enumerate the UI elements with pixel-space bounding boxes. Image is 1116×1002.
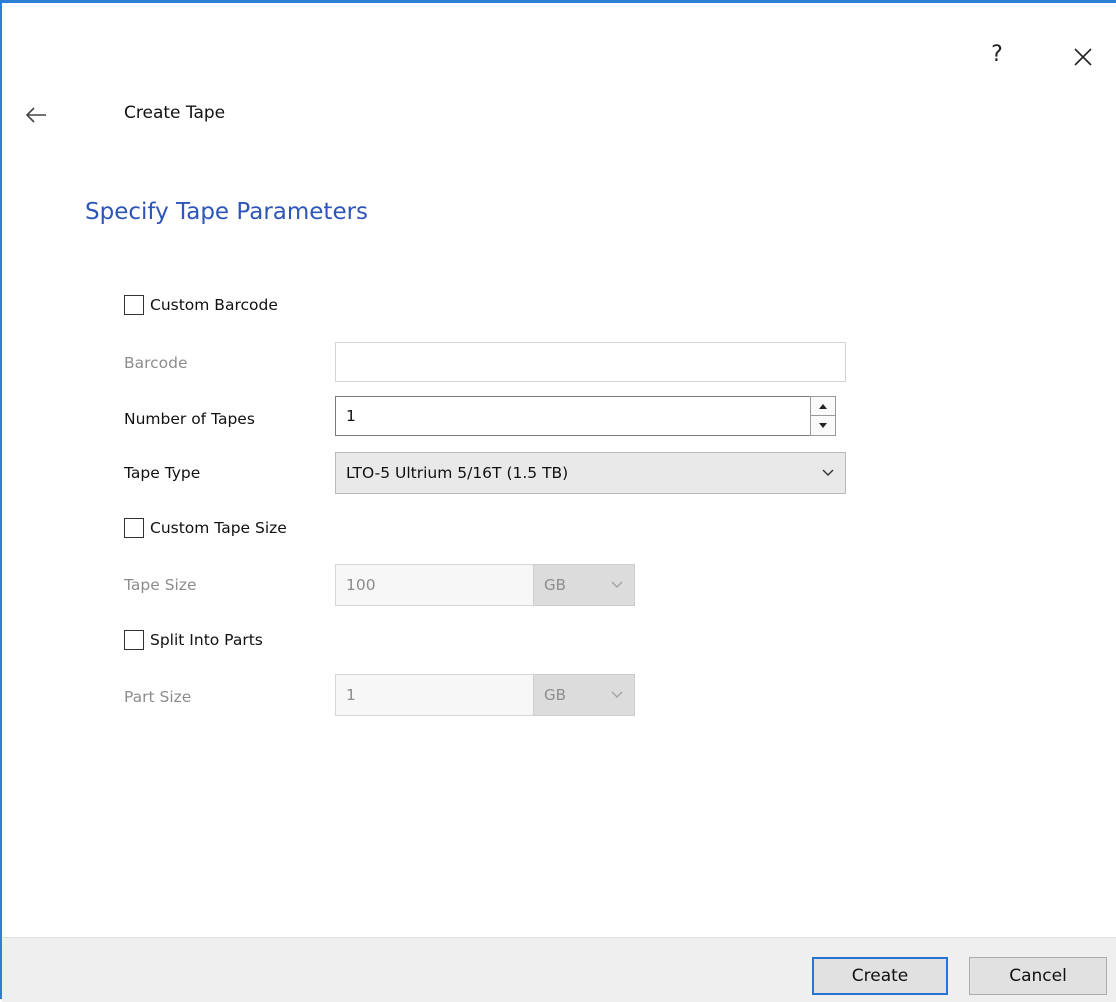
number-of-tapes-input[interactable]: 1 — [335, 396, 811, 436]
part-size-unit-select[interactable]: GB — [533, 674, 635, 716]
page-heading: Specify Tape Parameters — [85, 199, 369, 225]
triangle-down-icon — [819, 423, 827, 428]
part-size-unit: GB — [544, 686, 566, 704]
tape-size-value: 100 — [346, 576, 376, 594]
part-size-input[interactable]: 1 — [335, 674, 534, 716]
close-button[interactable] — [1064, 39, 1100, 73]
custom-barcode-checkbox[interactable]: Custom Barcode — [124, 295, 278, 315]
chevron-down-icon — [822, 469, 834, 476]
tape-size-label: Tape Size — [124, 576, 197, 594]
cancel-button[interactable]: Cancel — [969, 957, 1107, 995]
chevron-down-icon — [611, 581, 623, 588]
split-into-parts-label: Split Into Parts — [150, 631, 263, 649]
help-button[interactable]: ? — [982, 39, 1012, 71]
tape-size-input[interactable]: 100 — [335, 564, 534, 606]
tape-type-select[interactable]: LTO-5 Ultrium 5/16T (1.5 TB) — [335, 452, 846, 494]
custom-tape-size-label: Custom Tape Size — [150, 519, 287, 537]
triangle-up-icon — [819, 403, 827, 409]
dialog-footer: Create Cancel — [2, 937, 1116, 1002]
custom-barcode-checkbox-box[interactable] — [124, 295, 144, 315]
barcode-input[interactable] — [335, 342, 846, 382]
number-of-tapes-spinner[interactable] — [810, 396, 836, 436]
close-icon — [1074, 48, 1092, 66]
split-into-parts-checkbox-box[interactable] — [124, 630, 144, 650]
part-size-label: Part Size — [124, 688, 192, 706]
tape-type-value: LTO-5 Ultrium 5/16T (1.5 TB) — [346, 464, 569, 482]
number-of-tapes-value: 1 — [346, 407, 356, 425]
tape-size-unit: GB — [544, 576, 566, 594]
create-tape-dialog: ? Create Tape Specify Tape Parameters Cu… — [0, 0, 1116, 1002]
split-into-parts-checkbox[interactable]: Split Into Parts — [124, 630, 263, 650]
part-size-value: 1 — [346, 686, 356, 704]
spin-down-button[interactable] — [811, 416, 835, 435]
chevron-down-icon — [611, 691, 623, 698]
create-button[interactable]: Create — [812, 957, 948, 995]
arrow-left-icon — [25, 107, 46, 123]
barcode-label: Barcode — [124, 354, 188, 372]
custom-tape-size-checkbox-box[interactable] — [124, 518, 144, 538]
spin-up-button[interactable] — [811, 397, 835, 416]
number-of-tapes-label: Number of Tapes — [124, 410, 255, 428]
back-button[interactable] — [22, 101, 52, 129]
tape-size-unit-select[interactable]: GB — [533, 564, 635, 606]
tape-type-label: Tape Type — [124, 464, 201, 482]
dialog-title: Create Tape — [124, 103, 226, 123]
custom-barcode-label: Custom Barcode — [150, 296, 278, 314]
custom-tape-size-checkbox[interactable]: Custom Tape Size — [124, 518, 287, 538]
